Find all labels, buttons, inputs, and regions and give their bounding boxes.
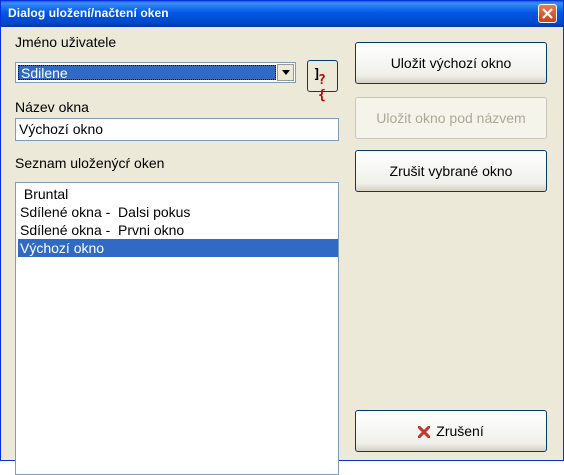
cancel-label: Zrušení — [436, 423, 484, 439]
help-button[interactable]: ?{] — [307, 60, 338, 103]
chevron-down-icon — [282, 70, 290, 75]
list-item[interactable]: Bruntal — [18, 185, 338, 203]
save-default-button[interactable]: Uložit výchozí okno — [355, 42, 547, 84]
title-bar[interactable]: Dialog uložení/načtení oken — [1, 1, 563, 27]
close-icon — [542, 8, 553, 19]
user-select-value: Sdilene — [18, 65, 276, 81]
saved-windows-list[interactable]: Bruntal Sdílené okna - Dalsi pokus Sdíle… — [15, 182, 339, 475]
list-item[interactable]: Sdílené okna - Prvni okno — [18, 221, 338, 239]
dropdown-button[interactable] — [277, 64, 294, 81]
dialog-window: Dialog uložení/načtení oken Jméno uživat… — [0, 0, 564, 475]
delete-selected-button[interactable]: Zrušit vybrané okno — [355, 150, 547, 192]
help-icon: ?{] — [313, 67, 326, 103]
cancel-x-icon — [418, 426, 431, 439]
close-button[interactable] — [538, 4, 557, 23]
list-item[interactable]: Sdílené okna - Dalsi pokus — [18, 203, 338, 221]
user-select[interactable]: Sdilene — [15, 62, 296, 83]
window-name-label: Název okna — [15, 99, 89, 115]
cancel-button[interactable]: Zrušení — [355, 410, 547, 452]
window-name-input[interactable]: Výchozí okno — [15, 118, 339, 141]
save-named-button[interactable]: Uložit okno pod názvem — [355, 97, 547, 139]
window-title: Dialog uložení/načtení oken — [8, 6, 169, 20]
user-label: Jméno uživatele — [15, 34, 117, 50]
list-item-selected[interactable]: Výchozí okno — [18, 239, 338, 257]
saved-list-label: Seznam uloženýcŕ oken — [15, 155, 165, 171]
dialog-body: Jméno uživatele Sdilene ?{] Název okna V… — [1, 27, 563, 475]
